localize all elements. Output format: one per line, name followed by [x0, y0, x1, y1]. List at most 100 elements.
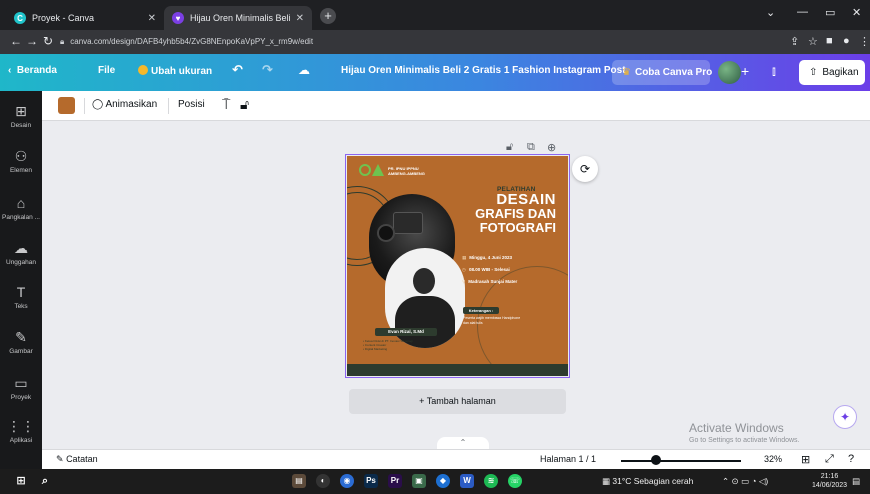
home-button[interactable]: ‹ Beranda: [8, 65, 57, 76]
user-avatar[interactable]: [718, 61, 741, 84]
sidepanel-icon[interactable]: ■: [826, 35, 833, 47]
notes-button[interactable]: ✎ Catatan: [56, 454, 98, 465]
system-tray-icons[interactable]: ⌃ ⊙ ▭ ◔ ◁): [722, 476, 768, 487]
url-field[interactable]: 🔒︎ canva.com/design/DAFB4yhb5b4/ZvG8NEnpo…: [60, 33, 780, 51]
duplicate-page-icon[interactable]: ⧉: [527, 141, 535, 154]
rail-item-projects[interactable]: ▭ Proyek: [0, 375, 42, 401]
magic-sparkle-icon[interactable]: ✦: [833, 405, 857, 429]
canva-header: ‹ Beranda File Ubah ukuran ↶ ↷ ☁ Hijau O…: [0, 54, 870, 91]
tab-close-icon[interactable]: ✕: [148, 13, 156, 24]
page-indicator[interactable]: Halaman 1 / 1: [540, 454, 596, 464]
upload-icon: ☁: [14, 240, 28, 256]
back-icon[interactable]: ←: [10, 34, 22, 48]
redo-icon[interactable]: ↷: [262, 62, 273, 78]
add-member-icon[interactable]: +: [741, 63, 749, 79]
maximize-icon[interactable]: ▭: [825, 6, 835, 19]
zoom-slider-handle[interactable]: [651, 455, 661, 465]
photoshop-icon[interactable]: Ps: [364, 474, 378, 488]
rail-item-elements[interactable]: ⚇ Elemen: [0, 148, 42, 174]
collapse-pages-icon[interactable]: ⌃: [437, 437, 489, 449]
toolbar-divider: [84, 98, 85, 114]
fullscreen-icon[interactable]: ⤢: [825, 453, 834, 466]
file-explorer-icon[interactable]: ▤: [292, 474, 306, 488]
browser-menu-icon[interactable]: ⋮: [859, 35, 870, 48]
try-pro-label: Coba Canva Pro: [634, 67, 713, 78]
animate-button[interactable]: ◯ Animasikan: [92, 99, 157, 110]
clock-icon: ◷: [462, 267, 466, 272]
keterangan-text: Peserta wajib membawa Handphone dan alat…: [463, 316, 521, 325]
new-tab-button[interactable]: +: [320, 8, 336, 24]
rail-item-uploads[interactable]: ☁ Unggahan: [0, 240, 42, 266]
rail-item-design[interactable]: ⊞ Desain: [0, 103, 42, 129]
share-upload-icon: ⇧: [809, 67, 818, 78]
position-button[interactable]: Posisi: [178, 99, 205, 110]
org-name: PR. IPNU IPPNU AMBENG-AMBENG: [388, 166, 425, 176]
profile-icon[interactable]: ●: [843, 35, 850, 47]
vertical-scrollbar[interactable]: [864, 122, 870, 442]
window-close-icon[interactable]: ✕: [852, 6, 861, 19]
lock-icon[interactable]: 🔓︎: [240, 96, 249, 113]
insights-chart-icon[interactable]: ⫾: [772, 64, 776, 79]
rail-item-text[interactable]: T Teks: [0, 284, 42, 310]
windows-taskbar: ⊞ ⌕ ▤ ◐ ◉ Ps Pr ▣ ◆ W ≋ ☏ ▦ 31°C Sebagia…: [0, 469, 870, 494]
spotify-icon[interactable]: ≋: [484, 474, 498, 488]
animate-label: Animasikan: [105, 99, 158, 110]
speaker-head-shape: [413, 268, 435, 294]
forward-icon[interactable]: →: [26, 34, 38, 48]
zoom-level[interactable]: 32%: [764, 454, 782, 464]
rail-item-brand[interactable]: ⌂ Pangkalan ...: [0, 195, 42, 221]
music-app-icon[interactable]: ◐: [316, 474, 330, 488]
design-favicon-icon: ♥: [172, 12, 184, 24]
url-text: canva.com/design/DAFB4yhb5b4/ZvG8NEnpoKa…: [70, 37, 314, 46]
word-icon[interactable]: W: [460, 474, 474, 488]
cloud-saved-icon[interactable]: ☁: [298, 63, 310, 77]
add-page-button[interactable]: + Tambah halaman: [349, 389, 566, 414]
share-button[interactable]: ⇧ Bagikan: [799, 60, 865, 85]
minimize-icon[interactable]: —: [797, 6, 808, 18]
tab-title: Hijau Oren Minimalis Beli 2 Grati...: [190, 13, 290, 23]
rail-item-draw[interactable]: ✎ Gambar: [0, 329, 42, 355]
draw-icon: ✎: [15, 329, 27, 345]
design-page-poster[interactable]: PR. IPNU IPPNU AMBENG-AMBENG PELATIHAN DE…: [345, 154, 570, 378]
file-menu-button[interactable]: File: [98, 65, 115, 76]
windows-start-icon[interactable]: ⊞: [14, 474, 28, 488]
paint-roller-icon[interactable]: ⍑: [222, 96, 230, 113]
resize-button[interactable]: Ubah ukuran: [138, 65, 212, 77]
design-title[interactable]: Hijau Oren Minimalis Beli 2 Gratis 1 Fas…: [341, 65, 626, 76]
tab-search-icon[interactable]: ⌄: [766, 6, 775, 19]
browser-tab-proyek[interactable]: C Proyek - Canva ✕: [6, 6, 164, 30]
crown-dot-icon: [138, 65, 148, 75]
taskbar-clock[interactable]: 21:16 14/06/2023: [812, 472, 847, 490]
toolbar-divider: [168, 98, 169, 114]
premiere-icon[interactable]: Pr: [388, 474, 402, 488]
store-icon[interactable]: ▣: [412, 474, 426, 488]
undo-icon[interactable]: ↶: [232, 62, 243, 78]
notification-icon[interactable]: ▤: [852, 476, 860, 487]
rail-item-apps[interactable]: ⋮⋮ Aplikasi: [0, 418, 42, 444]
help-icon[interactable]: ?: [848, 453, 854, 465]
chrome-icon[interactable]: ◉: [340, 474, 354, 488]
search-icon[interactable]: ⌕: [38, 474, 52, 488]
background-color-swatch[interactable]: [58, 97, 75, 114]
location-pin-icon: ⚲: [462, 279, 466, 284]
camera-lens-shape: [377, 224, 395, 242]
add-page-icon[interactable]: ⊕: [547, 141, 556, 154]
edge-icon[interactable]: ◆: [436, 474, 450, 488]
share-page-icon[interactable]: ⇪: [790, 35, 799, 48]
zoom-slider[interactable]: [621, 460, 741, 462]
reload-icon[interactable]: ↻: [43, 34, 53, 48]
refresh-suggestion-icon[interactable]: ⟳: [572, 156, 598, 182]
tab-title: Proyek - Canva: [32, 13, 95, 23]
weather-widget[interactable]: ▦ 31°C Sebagian cerah: [602, 476, 693, 487]
calendar-icon: ▦: [462, 255, 467, 260]
page-lock-icon[interactable]: 🔓︎: [506, 141, 513, 154]
try-canva-pro-button[interactable]: ♛ Coba Canva Pro: [612, 60, 713, 85]
tab-close-icon[interactable]: ✕: [296, 13, 304, 24]
editor-bottom-bar: ✎ Catatan Halaman 1 / 1 32% ⊞ ⤢ ?: [42, 449, 870, 469]
grid-view-icon[interactable]: ⊞: [801, 453, 810, 466]
poster-title: DESAIN GRAFIS DAN FOTOGRAFI: [475, 191, 556, 235]
whatsapp-icon[interactable]: ☏: [508, 474, 522, 488]
brand-icon: ⌂: [16, 195, 26, 211]
browser-tab-design[interactable]: ♥ Hijau Oren Minimalis Beli 2 Grati... ✕: [164, 6, 312, 30]
bookmark-star-icon[interactable]: ☆: [808, 35, 818, 48]
